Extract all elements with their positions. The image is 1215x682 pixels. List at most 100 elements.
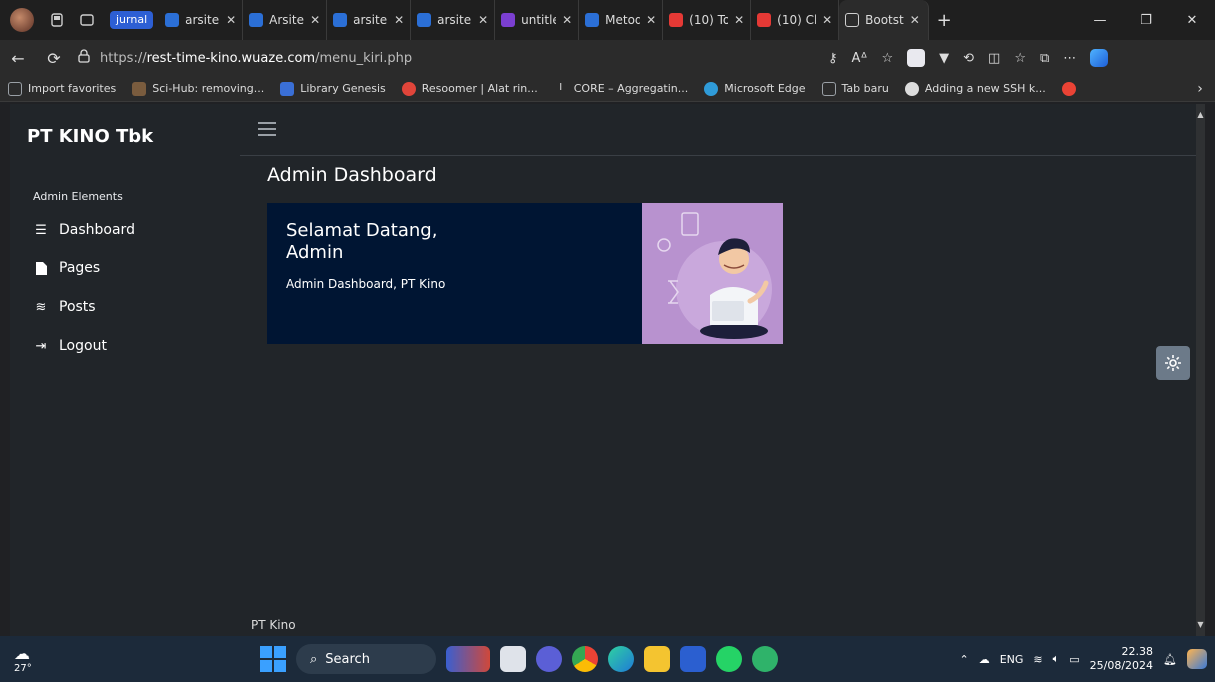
workspaces-icon[interactable] xyxy=(44,7,70,33)
browser-tab-bar: jurnal arsitek ✕ Arsitek ✕ arsitek ✕ ars… xyxy=(0,0,1215,40)
sidebar-item-posts[interactable]: ≋ Posts xyxy=(33,299,96,315)
import-icon xyxy=(8,81,22,96)
close-tab-icon[interactable]: ✕ xyxy=(394,13,404,27)
page-scrollbar[interactable]: ▲ ▼ xyxy=(1196,104,1205,636)
chevron-up-icon[interactable]: ⌃ xyxy=(959,653,968,666)
brand-title[interactable]: PT KINO Tbk xyxy=(27,126,153,147)
sync-icon[interactable]: ⟲ xyxy=(963,51,974,66)
new-tab-button[interactable]: + xyxy=(929,10,959,31)
favorite-star-icon[interactable]: ☆ xyxy=(881,51,893,66)
favorite-item[interactable] xyxy=(1054,81,1090,96)
hs-app-icon[interactable] xyxy=(752,646,778,672)
favorite-item[interactable]: Resoomer | Alat rin... xyxy=(394,81,546,96)
clock[interactable]: 22.38 25/08/2024 xyxy=(1090,645,1153,673)
hamburger-menu-icon[interactable] xyxy=(258,122,276,136)
url-field[interactable]: https:// rest-time-kino.wuaze.com /menu_… xyxy=(78,44,818,72)
browser-tab[interactable]: Arsitek ✕ xyxy=(243,0,328,40)
close-tab-icon[interactable]: ✕ xyxy=(734,13,744,27)
browser-tab[interactable]: (10) Cl ✕ xyxy=(751,0,840,40)
favorite-item[interactable]: Tab baru xyxy=(814,81,897,96)
copilot-icon[interactable] xyxy=(1187,649,1207,669)
refresh-icon[interactable]: ⟳ xyxy=(36,49,72,68)
browser-tab[interactable]: arsitek ✕ xyxy=(411,0,496,40)
browser-tab[interactable]: (10) To ✕ xyxy=(663,0,752,40)
minimize-icon[interactable]: — xyxy=(1077,0,1123,40)
copilot-icon[interactable] xyxy=(1090,49,1109,67)
browser-tab[interactable]: Metod ✕ xyxy=(579,0,664,40)
browser-tab-active[interactable]: Bootst ✕ xyxy=(839,0,930,40)
favorites-icon[interactable]: ☆ xyxy=(1014,51,1026,66)
favorite-item[interactable]: Import favorites xyxy=(0,81,124,96)
task-view-icon[interactable] xyxy=(500,646,526,672)
browser-tab[interactable]: arsitek ✕ xyxy=(327,0,412,40)
tab-group-label[interactable]: jurnal xyxy=(110,11,154,29)
welcome-card: Selamat Datang, Admin Admin Dashboard, P… xyxy=(267,203,783,344)
close-tab-icon[interactable]: ✕ xyxy=(226,13,236,27)
logout-icon: ⇥ xyxy=(35,338,47,354)
favorite-item[interactable]: Sci-Hub: removing... xyxy=(124,81,272,96)
close-tab-icon[interactable]: ✕ xyxy=(910,13,920,27)
extension-icon[interactable] xyxy=(907,49,926,67)
settings-gear-button[interactable] xyxy=(1156,346,1190,380)
collections-icon[interactable]: ⧉ xyxy=(1040,51,1049,66)
back-icon[interactable]: ← xyxy=(0,49,36,68)
scroll-down-icon[interactable]: ▼ xyxy=(1196,620,1205,630)
taskbar-search[interactable]: ⌕ Search xyxy=(296,644,436,674)
scroll-up-icon[interactable]: ▲ xyxy=(1196,110,1205,120)
read-aloud-icon[interactable]: Aᐞ xyxy=(852,51,868,66)
edge-icon xyxy=(704,81,719,96)
edge-icon[interactable] xyxy=(608,646,634,672)
meet-icon[interactable] xyxy=(536,646,562,672)
lock-icon xyxy=(78,49,90,67)
new-tab-icon xyxy=(821,81,836,96)
tab-actions-icon[interactable] xyxy=(74,7,100,33)
browser-tab[interactable]: untitle ✕ xyxy=(495,0,580,40)
page-title: Admin Dashboard xyxy=(267,164,437,186)
browser-tab[interactable]: arsitek ✕ xyxy=(159,0,244,40)
resoomer-icon xyxy=(401,81,416,96)
favorite-item[interactable]: Adding a new SSH k... xyxy=(897,81,1054,96)
restore-icon[interactable]: ❐ xyxy=(1123,0,1169,40)
libgen-icon xyxy=(280,81,295,96)
key-icon[interactable]: ⚷ xyxy=(828,51,838,66)
onedrive-cloud-icon[interactable]: ☁ xyxy=(979,653,990,666)
weather-widget[interactable]: ☁ 27° xyxy=(14,644,46,674)
welcome-subtitle: Admin Dashboard, PT Kino xyxy=(286,277,446,291)
windows-start-icon[interactable] xyxy=(260,646,286,672)
volume-icon[interactable]: 🔈︎ xyxy=(1053,652,1060,666)
word-icon[interactable] xyxy=(680,646,706,672)
chrome-icon[interactable] xyxy=(572,646,598,672)
close-tab-icon[interactable]: ✕ xyxy=(562,13,572,27)
close-tab-icon[interactable]: ✕ xyxy=(822,13,832,27)
scihub-icon xyxy=(132,81,147,96)
welcome-title: Selamat Datang, Admin xyxy=(286,220,438,263)
close-tab-icon[interactable]: ✕ xyxy=(646,13,656,27)
top-navbar xyxy=(240,104,1196,156)
tab-favicon-icon xyxy=(585,13,600,27)
list-icon: ☰ xyxy=(35,222,47,238)
profile-avatar[interactable] xyxy=(10,8,34,32)
widget-landscape-icon[interactable] xyxy=(446,646,490,672)
file-explorer-icon[interactable] xyxy=(644,646,670,672)
sidebar-item-dashboard[interactable]: ☰ Dashboard xyxy=(33,222,135,238)
split-screen-icon[interactable]: ◫ xyxy=(988,51,1000,66)
language-indicator[interactable]: ENG xyxy=(1000,653,1024,666)
more-icon[interactable]: ⋯ xyxy=(1063,51,1076,66)
favorite-item[interactable]: Library Genesis xyxy=(272,81,394,96)
favorite-item[interactable]: I CORE – Aggregatin... xyxy=(546,82,697,96)
tab-favicon-icon xyxy=(501,13,516,27)
windows-taskbar: ☁ 27° ⌕ Search ⌃ ☁ ENG ≋ 🔈︎ ▭ 22.38 25/0… xyxy=(0,636,1215,682)
wifi-icon[interactable]: ≋ xyxy=(1033,653,1042,666)
close-window-icon[interactable]: ✕ xyxy=(1169,0,1215,40)
close-tab-icon[interactable]: ✕ xyxy=(478,13,488,27)
battery-icon[interactable]: ▭ xyxy=(1069,653,1079,666)
whatsapp-icon[interactable] xyxy=(716,646,742,672)
close-tab-icon[interactable]: ✕ xyxy=(310,13,320,27)
favorite-item[interactable]: Microsoft Edge xyxy=(696,81,813,96)
notification-bell-icon[interactable]: 🔔︎ xyxy=(1163,653,1177,666)
sidebar-item-pages[interactable]: Pages xyxy=(33,260,100,276)
search-icon: ⌕ xyxy=(310,651,318,667)
vue-devtools-icon[interactable]: ▼ xyxy=(939,51,949,66)
sidebar-item-logout[interactable]: ⇥ Logout xyxy=(33,338,107,354)
chevron-right-icon[interactable]: › xyxy=(1185,81,1215,97)
